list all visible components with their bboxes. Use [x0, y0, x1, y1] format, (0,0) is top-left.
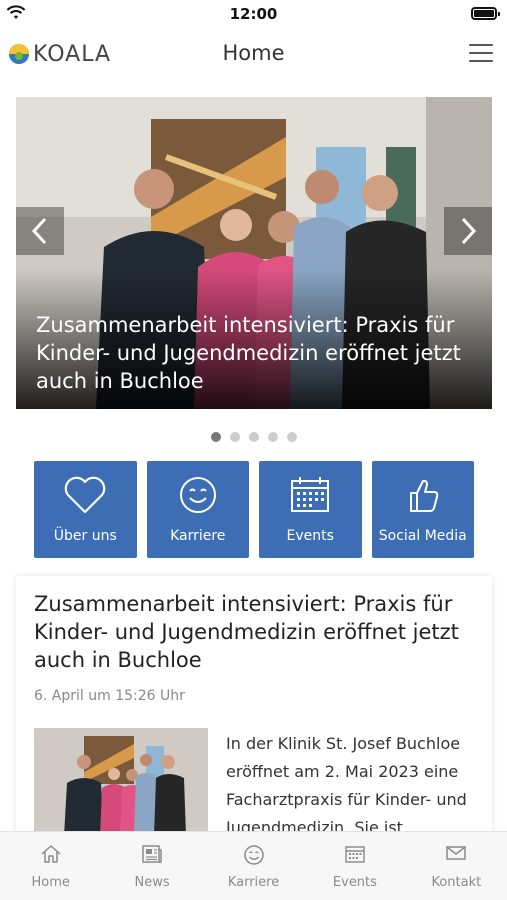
- news-card-excerpt: In der Klinik St. Josef Buchloe eröffnet…: [226, 734, 467, 836]
- tab-label: Home: [31, 875, 70, 890]
- tab-news[interactable]: News: [101, 832, 202, 900]
- status-time: 12:00: [229, 5, 278, 23]
- smiley-icon: [243, 845, 264, 865]
- tab-label: Kontakt: [431, 875, 482, 890]
- tile-career[interactable]: Karriere: [146, 461, 249, 558]
- tile-label: Social Media: [378, 528, 467, 544]
- slider-dot[interactable]: [210, 432, 221, 442]
- tab-label: Karriere: [227, 875, 280, 890]
- tab-label: Events: [332, 875, 377, 890]
- quick-links: Über uns Karriere Events Social Media: [34, 461, 474, 558]
- tile-label: Karriere: [170, 528, 226, 544]
- slider-dot[interactable]: [229, 432, 240, 442]
- calendar-icon: [291, 477, 330, 512]
- hero-slider[interactable]: Zusammenarbeit intensiviert: Praxis für …: [16, 97, 492, 409]
- status-bar: 12:00: [0, 0, 507, 30]
- news-card-title[interactable]: Zusammenarbeit intensiviert: Praxis für …: [34, 590, 480, 674]
- bottom-tab-bar: Home News Karriere Events Kontakt: [0, 831, 507, 900]
- tile-social-media[interactable]: Social Media: [371, 461, 474, 558]
- chevron-left-icon: [31, 217, 47, 245]
- tab-label: News: [134, 875, 170, 890]
- slider-prev-button[interactable]: [16, 207, 64, 255]
- slider-dot[interactable]: [286, 432, 297, 442]
- newspaper-icon: [142, 845, 162, 863]
- slider-dot[interactable]: [267, 432, 278, 442]
- battery-icon: [471, 7, 500, 20]
- slider-next-button[interactable]: [444, 207, 492, 255]
- tab-contact[interactable]: Kontakt: [406, 832, 507, 900]
- thumbs-up-icon: [409, 479, 438, 512]
- tab-home[interactable]: Home: [0, 832, 101, 900]
- chevron-right-icon: [461, 217, 477, 245]
- news-card-date: 6. April um 15:26 Uhr: [34, 688, 185, 704]
- news-thumbnail-photo: [34, 728, 208, 836]
- news-card[interactable]: Zusammenarbeit intensiviert: Praxis für …: [16, 576, 492, 836]
- mail-icon: [446, 846, 467, 860]
- tile-label: Events: [286, 528, 334, 544]
- home-icon: [41, 845, 61, 863]
- heart-icon: [64, 476, 106, 514]
- calendar-icon: [345, 846, 365, 863]
- tile-events[interactable]: Events: [259, 461, 362, 558]
- slider-pagination: [0, 432, 507, 442]
- hamburger-menu-icon[interactable]: [469, 44, 493, 64]
- hero-caption[interactable]: Zusammenarbeit intensiviert: Praxis für …: [36, 311, 472, 395]
- tile-about-us[interactable]: Über uns: [34, 461, 137, 558]
- slider-dot[interactable]: [248, 432, 259, 442]
- app-header: KOALA Home: [0, 30, 507, 78]
- tile-label: Über uns: [53, 528, 117, 544]
- page-title: Home: [222, 41, 285, 65]
- tab-events[interactable]: Events: [304, 832, 405, 900]
- smiley-icon: [179, 477, 216, 513]
- tab-career[interactable]: Karriere: [203, 832, 304, 900]
- news-card-thumbnail[interactable]: [34, 728, 208, 836]
